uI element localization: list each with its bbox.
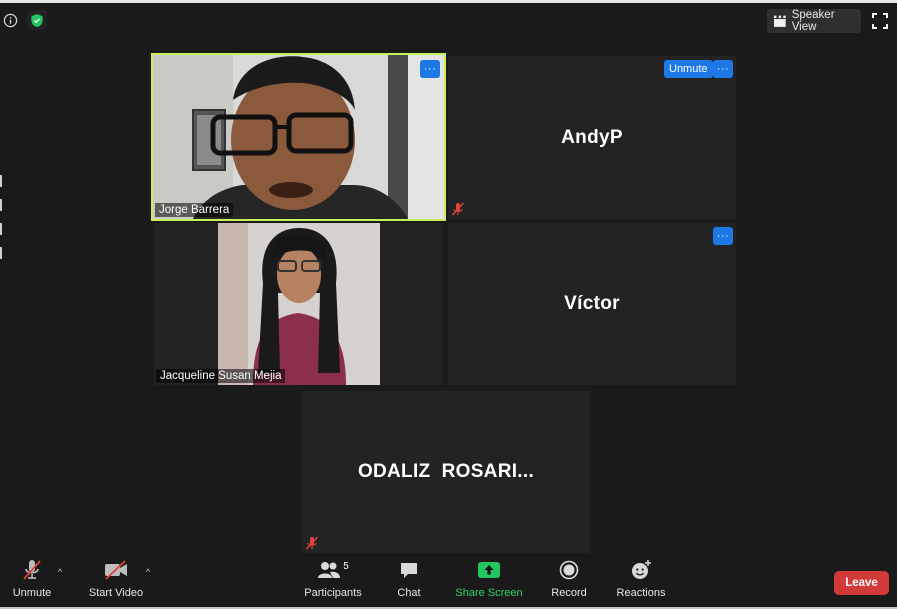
microphone-muted-icon [23,560,41,580]
participant-name-label: Jacqueline Susan Mejia [156,369,286,383]
chat-label: Chat [397,587,421,599]
video-camera-off-icon [105,560,127,580]
muted-mic-icon [305,536,319,550]
participant-name-display: AndyP [561,126,623,148]
start-video-button[interactable]: Start Video [88,555,144,599]
reactions-smiley-icon [632,560,651,579]
video-tile-jacqueline-susan-mejia[interactable]: Jacqueline Susan Mejia [154,223,443,385]
more-options-button[interactable]: ··· [713,227,733,245]
grid-view-icon [773,15,786,27]
security-shield-icon[interactable] [27,10,47,30]
meeting-controls-toolbar: Unmute ^ Start Video ^ 5 Participants Ch… [0,555,897,607]
meeting-info-icon[interactable] [0,10,20,30]
participant-name-display: Víctor [564,293,620,314]
speaker-view-label: Speaker View [791,9,835,33]
participants-icon [318,562,341,578]
video-options-caret-icon[interactable]: ^ [146,567,150,577]
record-button[interactable]: Record [550,555,588,599]
more-options-button[interactable]: ··· [713,60,733,78]
video-tile-odaliz[interactable]: ODALIZ ROSARI... [302,391,590,553]
participants-label: Participants [304,587,362,599]
unmute-label: Unmute [12,587,52,599]
video-tile-victor[interactable]: ··· Víctor [448,223,736,385]
share-screen-label: Share Screen [455,587,523,599]
chat-bubble-icon [401,563,417,578]
leave-meeting-button[interactable]: Leave [834,571,889,595]
unmute-button[interactable]: Unmute [10,555,54,599]
reactions-label: Reactions [616,587,666,599]
chat-button[interactable]: Chat [394,555,424,599]
start-video-label: Start Video [88,587,144,599]
participants-button[interactable]: 5 Participants [303,555,363,600]
audio-options-caret-icon[interactable]: ^ [58,567,62,577]
reactions-button[interactable]: Reactions [616,555,666,599]
muted-mic-icon [451,202,465,216]
more-options-button[interactable]: ··· [420,60,440,78]
video-tile-andyp[interactable]: Unmute ··· AndyP [448,56,736,219]
share-screen-icon [478,562,500,578]
participant-video-jacqueline [218,223,380,385]
participant-video-jorge [153,55,444,219]
ask-to-unmute-button[interactable]: Unmute [664,60,713,78]
record-icon [559,560,579,580]
window-top-border [0,0,897,3]
record-label: Record [551,587,587,599]
share-screen-button[interactable]: Share Screen [455,555,523,599]
side-panel-edge [0,175,3,295]
participant-name-label: Jorge Barrera [155,203,234,217]
speaker-view-button[interactable]: Speaker View [767,9,861,33]
participant-name-display: ODALIZ ROSARI... [357,461,535,482]
participants-count-badge: 5 [343,560,349,572]
fullscreen-icon[interactable] [872,13,890,31]
video-tile-jorge-barrera[interactable]: ··· Jorge Barrera [151,53,446,221]
